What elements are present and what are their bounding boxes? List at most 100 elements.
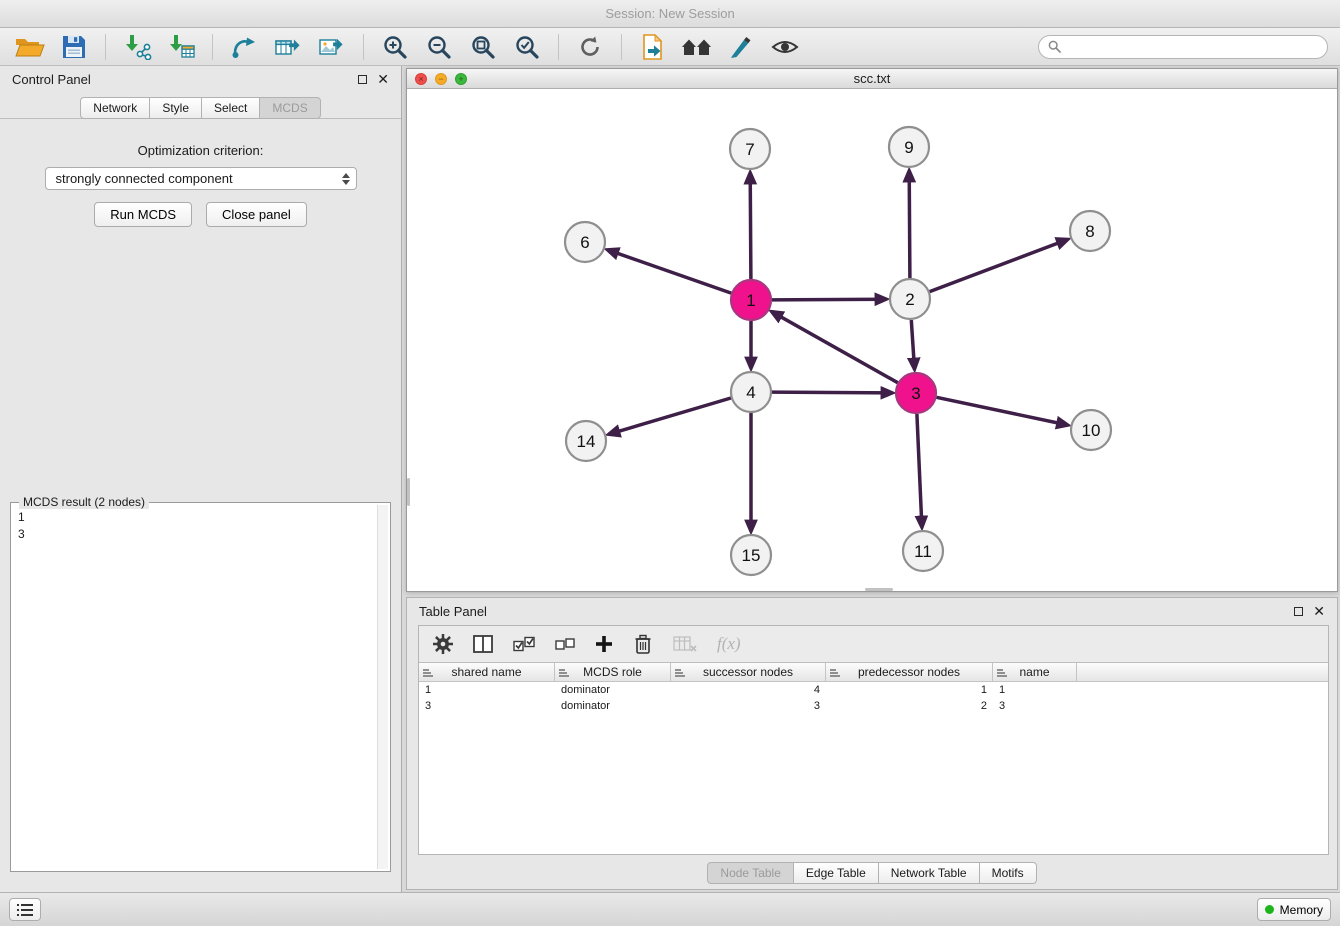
function-builder-button[interactable]: f(x) [717,629,741,659]
table-settings-button[interactable] [433,629,453,659]
edge-2-9[interactable] [909,171,910,278]
network-window-titlebar[interactable]: × − + scc.txt [407,69,1337,89]
close-table-panel-icon[interactable]: ✕ [1313,605,1325,617]
edge-3-10[interactable] [937,397,1068,425]
column-header-successor-nodes[interactable]: successor nodes [671,663,826,681]
table-row[interactable]: 1dominator411 [419,682,1328,698]
zoom-out-button[interactable] [421,31,457,63]
window-titlebar[interactable]: Session: New Session [0,0,1340,28]
export-table-button[interactable] [270,31,306,63]
control-panel-tabs: NetworkStyleSelectMCDS [0,92,401,119]
node-4[interactable]: 4 [731,372,771,412]
tab-network-table[interactable]: Network Table [878,862,980,884]
tab-edge-table[interactable]: Edge Table [793,862,879,884]
float-panel-icon[interactable] [358,75,367,84]
search-field[interactable] [1038,35,1328,59]
tab-select[interactable]: Select [201,97,260,119]
new-network-button[interactable] [226,31,262,63]
run-mcds-button[interactable]: Run MCDS [94,202,192,227]
delete-column-button[interactable] [633,629,653,659]
node-8[interactable]: 8 [1070,211,1110,251]
memory-button[interactable]: Memory [1257,898,1331,921]
delete-table-button[interactable] [673,629,697,659]
table-cell: 3 [671,700,826,712]
deselect-all-button[interactable] [555,629,575,659]
select-all-button[interactable] [513,629,535,659]
canvas-scroll-handle[interactable] [865,588,893,591]
memory-label: Memory [1280,903,1323,917]
network-window-title: scc.txt [854,71,891,86]
add-column-button[interactable] [595,629,613,659]
edge-3-11[interactable] [917,414,922,527]
control-panel-header: Control Panel ✕ [0,66,401,92]
show-hide-button[interactable] [767,31,803,63]
tab-node-table[interactable]: Node Table [707,862,794,884]
window-title: Session: New Session [605,6,734,21]
tab-mcds[interactable]: MCDS [259,97,320,119]
node-9[interactable]: 9 [889,127,929,167]
node-7[interactable]: 7 [730,129,770,169]
node-14[interactable]: 14 [566,421,606,461]
close-window-button[interactable]: × [415,73,427,85]
optimization-dropdown[interactable]: strongly connected component [45,167,357,190]
minimize-window-button[interactable]: − [435,73,447,85]
home-layout-button[interactable] [679,31,715,63]
zoom-selected-button[interactable] [509,31,545,63]
node-15[interactable]: 15 [731,535,771,575]
toolbar-separator [363,34,364,60]
column-header-filler [1077,663,1328,681]
table-cell: dominator [555,684,671,696]
close-panel-icon[interactable]: ✕ [377,73,389,85]
node-1[interactable]: 1 [731,280,771,320]
tab-network[interactable]: Network [80,97,150,119]
column-header-shared-name[interactable]: shared name [419,663,555,681]
import-table-button[interactable] [163,31,199,63]
search-input[interactable] [1066,40,1318,54]
maximize-window-button[interactable]: + [455,73,467,85]
table-row[interactable]: 3dominator323 [419,698,1328,714]
edge-1-6[interactable] [608,250,732,293]
import-network-button[interactable] [119,31,155,63]
zoom-fit-button[interactable] [465,31,501,63]
table-header: shared nameMCDS rolesuccessor nodesprede… [419,663,1328,682]
node-label: 4 [746,383,755,402]
canvas-scroll-handle[interactable] [407,478,410,506]
save-session-button[interactable] [56,31,92,63]
open-session-button[interactable] [12,31,48,63]
tab-motifs[interactable]: Motifs [979,862,1037,884]
edge-4-3[interactable] [772,392,892,393]
column-header-MCDS-role[interactable]: MCDS role [555,663,671,681]
apply-layout-button[interactable] [572,31,608,63]
zoom-in-button[interactable] [377,31,413,63]
edge-1-2[interactable] [772,299,886,300]
show-columns-button[interactable] [473,629,493,659]
table-panel: Table Panel ✕ [406,597,1338,890]
edge-2-3[interactable] [911,320,914,369]
network-canvas[interactable]: 7 9 6 8 1 2 4 3 14 10 15 11 [407,90,1337,591]
edge-2-8[interactable] [930,240,1068,292]
edge-1-7[interactable] [750,173,751,279]
float-table-panel-icon[interactable] [1294,607,1303,616]
node-11[interactable]: 11 [903,531,943,571]
export-image-button[interactable] [314,31,350,63]
new-network-icon [231,34,257,60]
table-cell: 1 [826,684,993,696]
node-label: 2 [905,290,914,309]
export-document-button[interactable] [635,31,671,63]
paint-style-button[interactable] [723,31,759,63]
edge-4-14[interactable] [609,398,731,434]
node-6[interactable]: 6 [565,222,605,262]
close-panel-button[interactable]: Close panel [206,202,307,227]
node-2[interactable]: 2 [890,279,930,319]
result-scrollbar[interactable] [377,505,388,869]
task-history-button[interactable] [9,898,41,921]
table-body: 1dominator4113dominator323 [419,682,1328,714]
edge-3-1[interactable] [772,312,898,383]
table-panel-header: Table Panel ✕ [407,598,1337,624]
tab-style[interactable]: Style [149,97,202,119]
column-header-predecessor-nodes[interactable]: predecessor nodes [826,663,993,681]
table-cell: 2 [826,700,993,712]
column-header-name[interactable]: name [993,663,1077,681]
node-3[interactable]: 3 [896,373,936,413]
node-10[interactable]: 10 [1071,410,1111,450]
